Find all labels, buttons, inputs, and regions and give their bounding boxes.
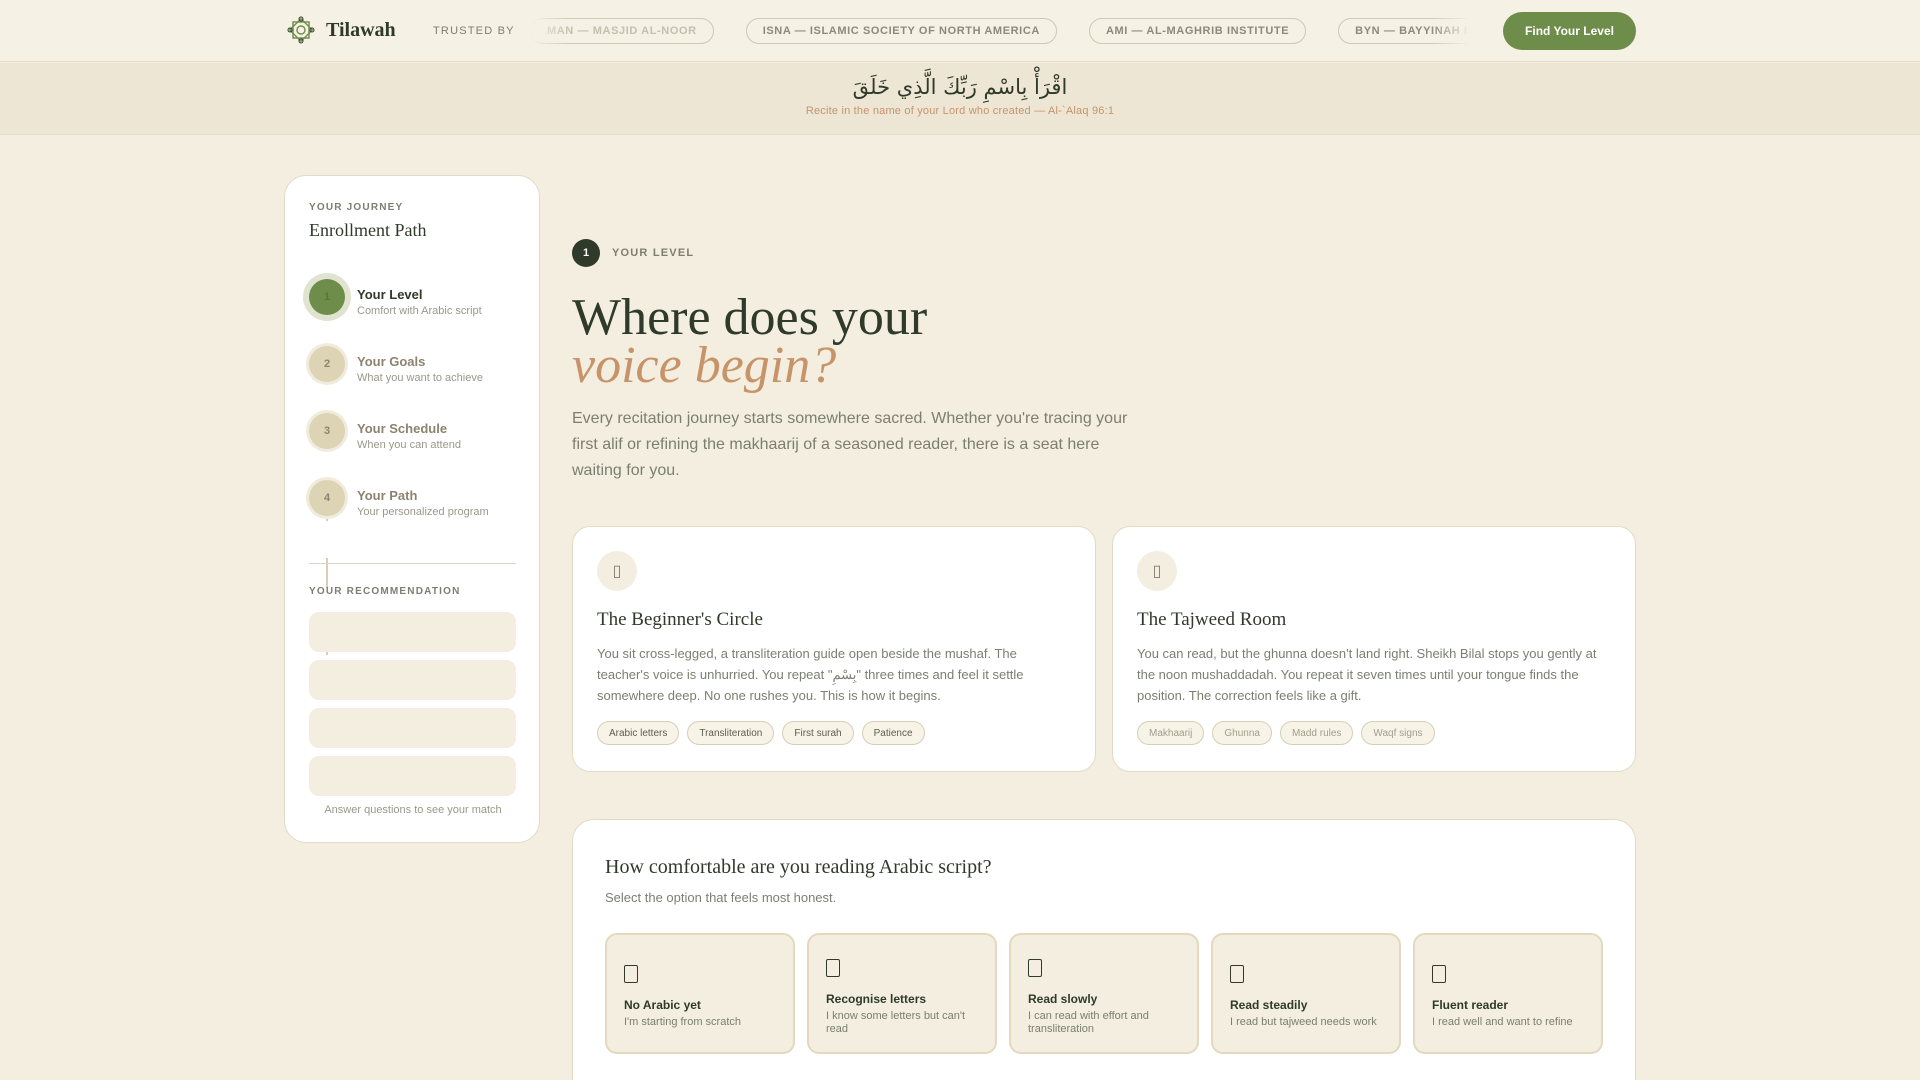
- tag: Arabic letters: [597, 721, 680, 745]
- option-fluent-reader[interactable]: Fluent reader I read well and want to re…: [1413, 933, 1603, 1054]
- placeholder-glyph-icon: [1230, 965, 1244, 983]
- arabic-comfort-question: How comfortable are you reading Arabic s…: [572, 819, 1636, 1080]
- card-tags: Arabic letters Transliteration First sur…: [597, 721, 925, 745]
- recommendation-hint: Answer questions to see your match: [324, 804, 502, 816]
- tag: Makhaarij: [1137, 721, 1205, 745]
- sidebar-divider: [309, 563, 516, 564]
- current-step-badge: 1: [572, 239, 600, 267]
- recommendation-label: YOUR RECOMMENDATION: [309, 586, 461, 597]
- placeholder-glyph-icon: [826, 959, 840, 977]
- option-title: Read steadily: [1230, 998, 1308, 1012]
- verse-translation: Recite in the name of your Lord who crea…: [805, 105, 1115, 117]
- placeholder-glyph-icon: [624, 965, 638, 983]
- option-title: No Arabic yet: [624, 998, 701, 1012]
- option-read-slowly[interactable]: Read slowly I can read with effort and t…: [1009, 933, 1199, 1054]
- partner-pill: MAN — MASJID AL-NOOR: [530, 18, 714, 44]
- tag: First surah: [782, 721, 854, 745]
- option-no-arabic[interactable]: No Arabic yet I'm starting from scratch: [605, 933, 795, 1054]
- step-number: 2: [309, 346, 345, 382]
- step-title: Your Schedule: [357, 421, 448, 436]
- card-title: The Tajweed Room: [1137, 609, 1287, 630]
- card-title: The Beginner's Circle: [597, 609, 763, 630]
- sidebar-step-level[interactable]: 1 Your Level Comfort with Arabic script: [309, 279, 519, 323]
- current-step-label: YOUR LEVEL: [612, 247, 695, 259]
- step-title: Your Path: [357, 488, 418, 503]
- page-intro: Every recitation journey starts somewher…: [572, 410, 1128, 479]
- sidebar-step-path[interactable]: 4 Your Path Your personalized program: [309, 480, 519, 524]
- tag: Waqf signs: [1361, 721, 1435, 745]
- question-title: How comfortable are you reading Arabic s…: [605, 856, 992, 878]
- partner-pill: AMI — AL-MAGHRIB INSTITUTE: [1088, 18, 1307, 44]
- tajweed-room-card[interactable]: ▯ The Tajweed Room You can read, but the…: [1112, 526, 1636, 772]
- partner-marquee: MAN — MASJID AL-NOOR ISNA — ISLAMIC SOCI…: [530, 18, 1470, 46]
- option-title: Fluent reader: [1432, 998, 1509, 1012]
- verse-arabic: اقْرَأْ بِاسْمِ رَبِّكَ الَّذِي خَلَقَ: [852, 75, 1068, 99]
- placeholder-glyph-icon: ▯: [597, 551, 637, 591]
- recommendation-placeholder: [309, 708, 516, 748]
- brand-name: Tilawah: [326, 18, 396, 41]
- option-title: Recognise letters: [826, 992, 927, 1006]
- option-description: I read well and want to refine: [1432, 1016, 1573, 1028]
- step-subtitle: Comfort with Arabic script: [357, 305, 482, 317]
- placeholder-glyph-icon: [1432, 965, 1446, 983]
- tag: Patience: [861, 721, 925, 745]
- enrollment-sidebar: YOUR JOURNEY Enrollment Path 1 Your Leve…: [284, 175, 540, 843]
- page-headline-accent: voice begin?: [572, 337, 837, 394]
- verse-banner: اقْرَأْ بِاسْمِ رَبِّكَ الَّذِي خَلَقَ R…: [0, 63, 1920, 135]
- step-subtitle: Your personalized program: [357, 506, 489, 518]
- sidebar-title: Enrollment Path: [309, 220, 427, 240]
- partner-pill: ISNA — ISLAMIC SOCIETY OF NORTH AMERICA: [745, 18, 1057, 44]
- partner-pill: BYN — BAYYINAH INSTITUTE: [1338, 18, 1470, 44]
- brand-logo[interactable]: Tilawah: [286, 15, 396, 45]
- option-title: Read slowly: [1028, 992, 1098, 1006]
- card-description: You can read, but the ghunna doesn't lan…: [1137, 646, 1597, 703]
- recommendation-placeholder: [309, 612, 516, 652]
- placeholder-glyph-icon: ▯: [1137, 551, 1177, 591]
- option-description: I know some letters but can't read: [826, 1010, 966, 1035]
- recommendation-placeholder: [309, 756, 516, 796]
- tag: Madd rules: [1279, 721, 1354, 745]
- tag: Transliteration: [687, 721, 775, 745]
- option-read-steadily[interactable]: Read steadily I read but tajweed needs w…: [1211, 933, 1401, 1054]
- option-recognise-letters[interactable]: Recognise letters I know some letters bu…: [807, 933, 997, 1054]
- step-title: Your Level: [357, 287, 423, 302]
- step-number: 1: [309, 279, 345, 315]
- placeholder-glyph-icon: [1028, 959, 1042, 977]
- sidebar-eyebrow: YOUR JOURNEY: [309, 202, 404, 213]
- sidebar-step-goals[interactable]: 2 Your Goals What you want to achieve: [309, 346, 519, 390]
- step-number: 3: [309, 413, 345, 449]
- trusted-by-label: TRUSTED BY: [433, 25, 515, 37]
- option-description: I'm starting from scratch: [624, 1016, 742, 1028]
- card-tags: Makhaarij Ghunna Madd rules Waqf signs: [1137, 721, 1435, 745]
- step-number: 4: [309, 480, 345, 516]
- question-hint: Select the option that feels most honest…: [605, 890, 837, 905]
- step-title: Your Goals: [357, 354, 426, 369]
- card-description: You sit cross-legged, a transliteration …: [597, 646, 1024, 703]
- beginners-circle-card[interactable]: ▯ The Beginner's Circle You sit cross-le…: [572, 526, 1096, 772]
- top-header: Tilawah TRUSTED BY MAN — MASJID AL-NOOR …: [0, 0, 1920, 62]
- find-your-level-button[interactable]: Find Your Level: [1503, 12, 1636, 50]
- option-description: I can read with effort and transliterati…: [1028, 1010, 1149, 1035]
- sidebar-step-schedule[interactable]: 3 Your Schedule When you can attend: [309, 413, 519, 457]
- tag: Ghunna: [1212, 721, 1272, 745]
- option-description: I read but tajweed needs work: [1230, 1016, 1377, 1028]
- step-subtitle: When you can attend: [357, 439, 461, 451]
- geometric-star-icon: [287, 16, 315, 44]
- recommendation-placeholder: [309, 660, 516, 700]
- step-subtitle: What you want to achieve: [357, 372, 483, 384]
